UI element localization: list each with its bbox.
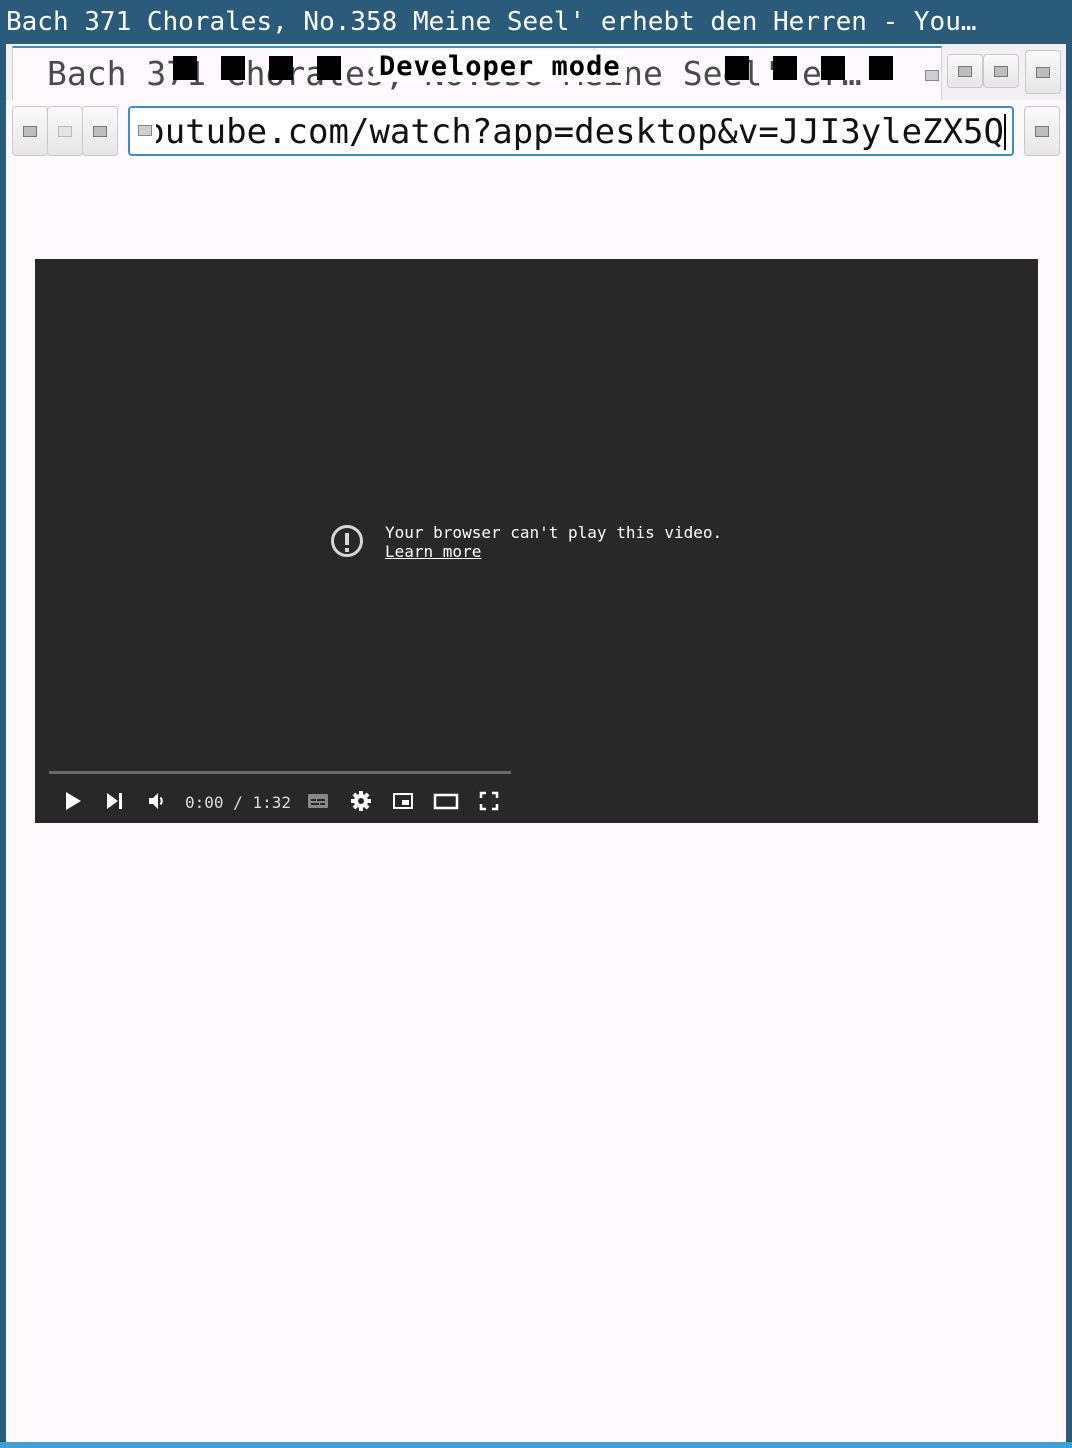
new-tab-button[interactable]	[1025, 50, 1061, 94]
banner-block	[269, 56, 293, 80]
tab-close-icon[interactable]	[925, 70, 939, 81]
banner-block	[725, 56, 749, 80]
window-title-bar: Bach 371 Chorales, No.358 Meine Seel' er…	[0, 0, 1072, 44]
miniplayer-icon[interactable]	[391, 789, 415, 813]
theater-icon[interactable]	[433, 789, 459, 813]
address-bar[interactable]: www.youtube.com/watch?app=desktop&v=JJI3…	[128, 106, 1014, 156]
banner-block	[173, 56, 197, 80]
learn-more-link[interactable]: Learn more	[385, 542, 481, 561]
volume-icon[interactable]	[145, 789, 169, 813]
gear-icon[interactable]	[349, 789, 373, 813]
tab-active[interactable]: Bach 371 Chorales, No.358 Meine Seel' er…	[12, 46, 942, 100]
error-message: Your browser can't play this video.	[385, 523, 723, 542]
browser-window: Bach 371 Chorales, No.358 Meine Seel' er…	[6, 44, 1066, 1442]
menu-icon	[1035, 126, 1049, 137]
banner-block	[221, 56, 245, 80]
tab-strip: Bach 371 Chorales, No.358 Meine Seel' er…	[6, 44, 1066, 100]
current-time: 0:00	[185, 793, 224, 812]
time-separator: /	[233, 793, 243, 812]
play-icon[interactable]	[61, 789, 85, 813]
menu-button[interactable]	[1024, 106, 1060, 156]
next-icon[interactable]	[103, 789, 127, 813]
forward-icon	[58, 126, 72, 137]
banner-block	[821, 56, 845, 80]
time-display: 0:00 / 1:32	[185, 793, 291, 812]
duration: 1:32	[252, 793, 291, 812]
developer-mode-banner: Developer mode	[173, 52, 913, 82]
video-player[interactable]: Your browser can't play this video. Lear…	[35, 259, 1038, 823]
banner-block	[869, 56, 893, 80]
tab-scroll-right-button[interactable]	[983, 54, 1019, 88]
address-input[interactable]: www.youtube.com/watch?app=desktop&v=JJI3…	[156, 110, 1004, 154]
navigation-buttons	[12, 106, 118, 156]
fullscreen-icon[interactable]	[477, 789, 501, 813]
playback-error: Your browser can't play this video. Lear…	[385, 523, 722, 561]
reload-button[interactable]	[82, 106, 118, 156]
arrow-right-icon	[994, 66, 1008, 77]
banner-block	[317, 56, 341, 80]
banner-block	[773, 56, 797, 80]
error-icon	[331, 525, 363, 557]
site-info-icon[interactable]	[138, 125, 152, 136]
progress-bar[interactable]	[49, 771, 511, 774]
window-title: Bach 371 Chorales, No.358 Meine Seel' er…	[6, 7, 977, 37]
address-value: www.youtube.com/watch?app=desktop&v=JJI3…	[156, 112, 1004, 152]
arrow-left-icon	[958, 66, 972, 77]
developer-mode-label: Developer mode	[373, 52, 627, 82]
subtitles-icon[interactable]	[306, 789, 330, 813]
tab-scroll-left-button[interactable]	[947, 54, 983, 88]
bottom-border	[0, 1442, 1072, 1448]
forward-button[interactable]	[47, 106, 83, 156]
reload-icon	[93, 126, 107, 137]
back-button[interactable]	[12, 106, 48, 156]
back-icon	[23, 126, 37, 137]
text-caret	[1004, 114, 1006, 150]
plus-icon	[1036, 67, 1050, 78]
